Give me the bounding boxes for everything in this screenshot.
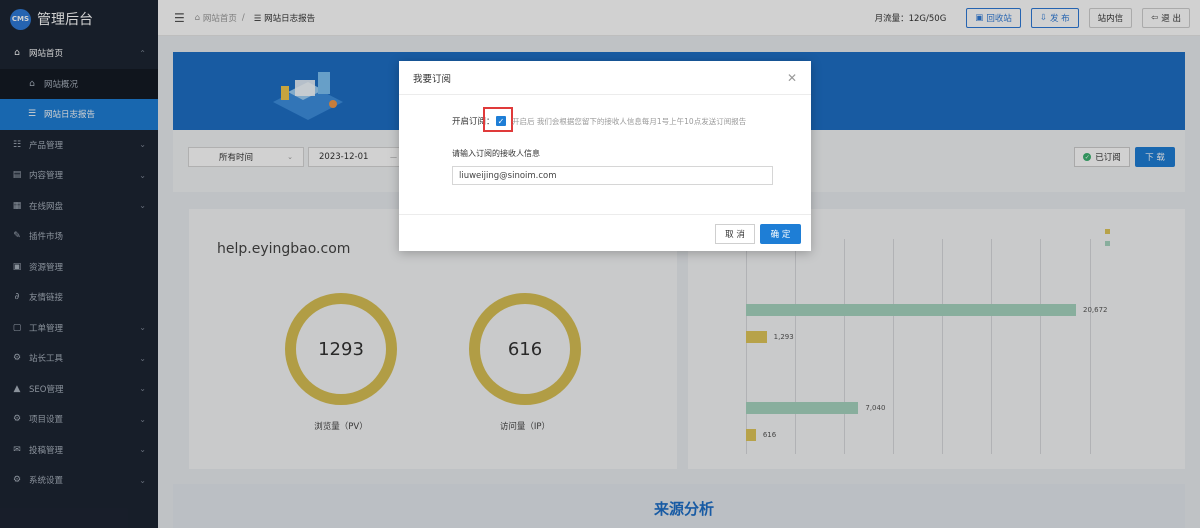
enable-subscribe-checkbox[interactable]: ✓: [496, 116, 506, 126]
cancel-button[interactable]: 取 消: [715, 224, 755, 244]
dialog-header: 我要订阅 ✕: [399, 61, 811, 95]
dialog-footer: 取 消 确 定: [399, 215, 811, 251]
dialog-title: 我要订阅: [413, 73, 452, 85]
subscribe-hint: 开启后 我们会根据您留下的接收人信息每月1号上午10点发送订阅报告: [512, 117, 747, 126]
recipient-label: 请输入订阅的接收人信息: [452, 149, 540, 158]
subscribe-dialog: 我要订阅 ✕ 开启订阅： ✓ 开启后 我们会根据您留下的接收人信息每月1号上午1…: [399, 61, 811, 251]
close-icon[interactable]: ✕: [787, 71, 797, 85]
confirm-button[interactable]: 确 定: [760, 224, 801, 244]
dialog-body: 开启订阅： ✓ 开启后 我们会根据您留下的接收人信息每月1号上午10点发送订阅报…: [399, 95, 811, 215]
recipient-email-input[interactable]: [452, 166, 773, 185]
